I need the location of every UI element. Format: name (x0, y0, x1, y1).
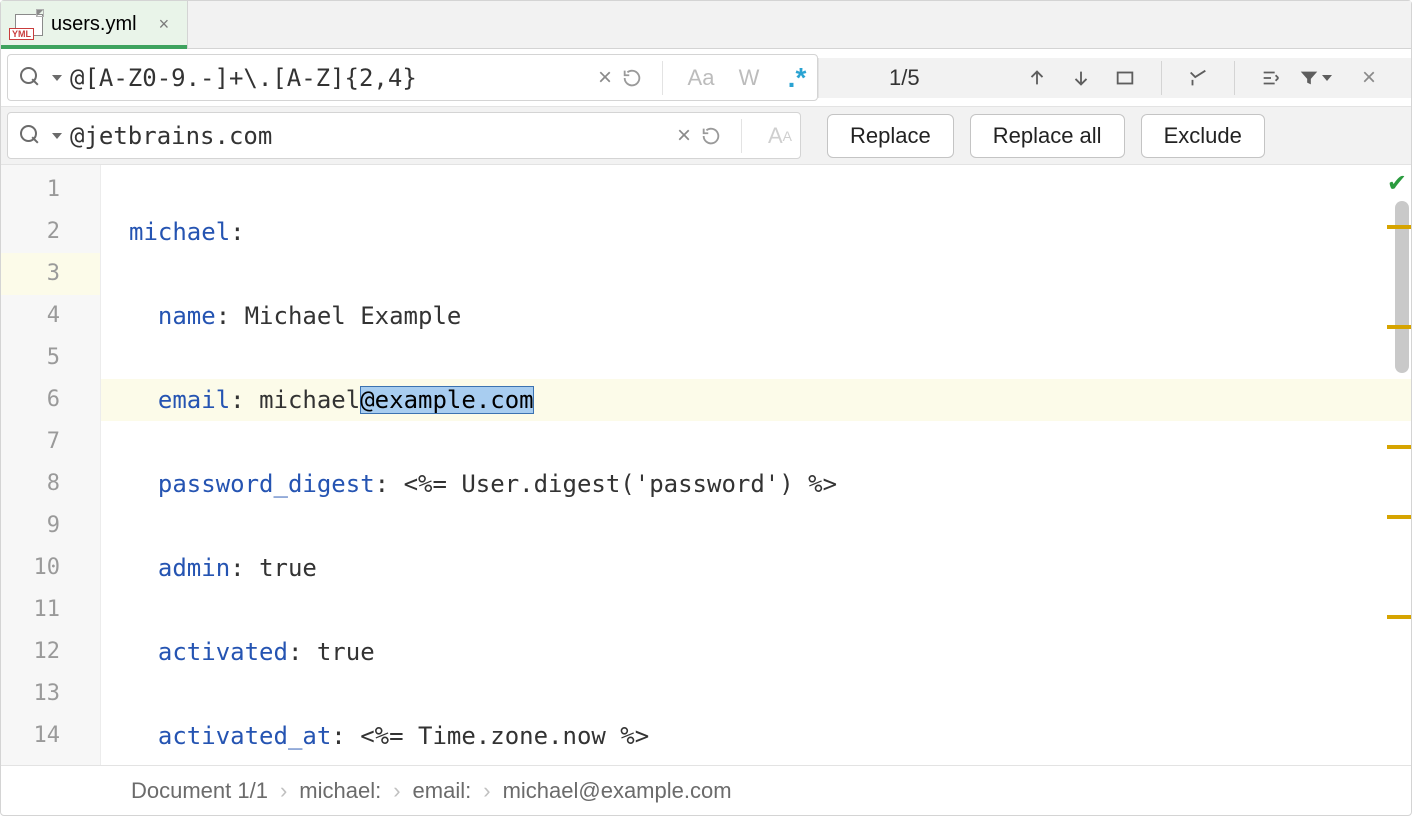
preserve-case-toggle[interactable]: AA (760, 116, 800, 156)
prev-match-icon[interactable] (1017, 58, 1057, 98)
breadcrumb-segment[interactable]: email: (413, 778, 472, 804)
replace-history-chevron-icon[interactable] (52, 133, 62, 139)
find-field[interactable]: × Aa W .* (7, 54, 818, 101)
find-input[interactable] (70, 64, 590, 92)
replace-all-button[interactable]: Replace all (970, 114, 1125, 158)
tab-bar: YML users.yml × (1, 1, 1411, 49)
match-marker[interactable] (1387, 445, 1411, 449)
clear-replace-icon[interactable]: × (677, 122, 691, 150)
close-search-icon[interactable]: × (1349, 58, 1389, 98)
chevron-right-icon: › (393, 778, 400, 804)
search-icon (20, 125, 42, 147)
find-actions: 1/5 × (818, 58, 1411, 98)
chevron-right-icon: › (483, 778, 490, 804)
filter-lines-icon[interactable] (1251, 58, 1291, 98)
marker-bar[interactable]: ✔ (1387, 165, 1411, 765)
find-row: × Aa W .* 1/5 × (1, 49, 1411, 107)
match-marker[interactable] (1387, 325, 1411, 329)
breadcrumb-segment[interactable]: michael@example.com (503, 778, 732, 804)
replace-input[interactable] (70, 122, 590, 150)
file-tab[interactable]: YML users.yml × (1, 1, 188, 48)
filter-icon[interactable] (1295, 58, 1335, 98)
replace-row: × AA Replace Replace all Exclude (1, 107, 1411, 165)
match-counter: 1/5 (889, 65, 969, 91)
breadcrumb-segment[interactable]: Document 1/1 (131, 778, 268, 804)
selected-match: @example.com (360, 386, 533, 414)
search-history-chevron-icon[interactable] (52, 75, 62, 81)
match-word-toggle[interactable]: W (729, 58, 769, 98)
yml-file-icon: YML (15, 14, 43, 36)
next-match-icon[interactable] (1061, 58, 1101, 98)
replace-actions: Replace Replace all Exclude (801, 114, 1411, 158)
regex-toggle[interactable]: .* (777, 58, 817, 98)
gutter: 1 2 3 4 5 6 7 8 9 10 11 12 13 14 (1, 165, 101, 765)
match-case-toggle[interactable]: Aa (681, 58, 721, 98)
search-icon (20, 67, 42, 89)
breadcrumb[interactable]: Document 1/1 › michael: › email: › micha… (1, 765, 1411, 815)
add-selection-icon[interactable] (1178, 58, 1218, 98)
match-marker[interactable] (1387, 515, 1411, 519)
breadcrumb-segment[interactable]: michael: (299, 778, 381, 804)
replace-field[interactable]: × AA (7, 112, 801, 159)
select-all-occurrences-icon[interactable] (1105, 58, 1145, 98)
clear-find-icon[interactable]: × (598, 64, 612, 92)
code-area[interactable]: michael: name: Michael Example email: mi… (101, 165, 1411, 765)
replace-button[interactable]: Replace (827, 114, 954, 158)
replace-history-icon[interactable] (699, 124, 723, 148)
exclude-button[interactable]: Exclude (1141, 114, 1265, 158)
match-marker[interactable] (1387, 225, 1411, 229)
chevron-right-icon: › (280, 778, 287, 804)
close-tab-icon[interactable]: × (159, 14, 170, 35)
tab-title: users.yml (51, 13, 137, 36)
match-marker[interactable] (1387, 615, 1411, 619)
find-history-icon[interactable] (620, 66, 644, 90)
inspection-ok-icon: ✔ (1387, 169, 1407, 198)
editor[interactable]: 1 2 3 4 5 6 7 8 9 10 11 12 13 14 michael… (1, 165, 1411, 765)
